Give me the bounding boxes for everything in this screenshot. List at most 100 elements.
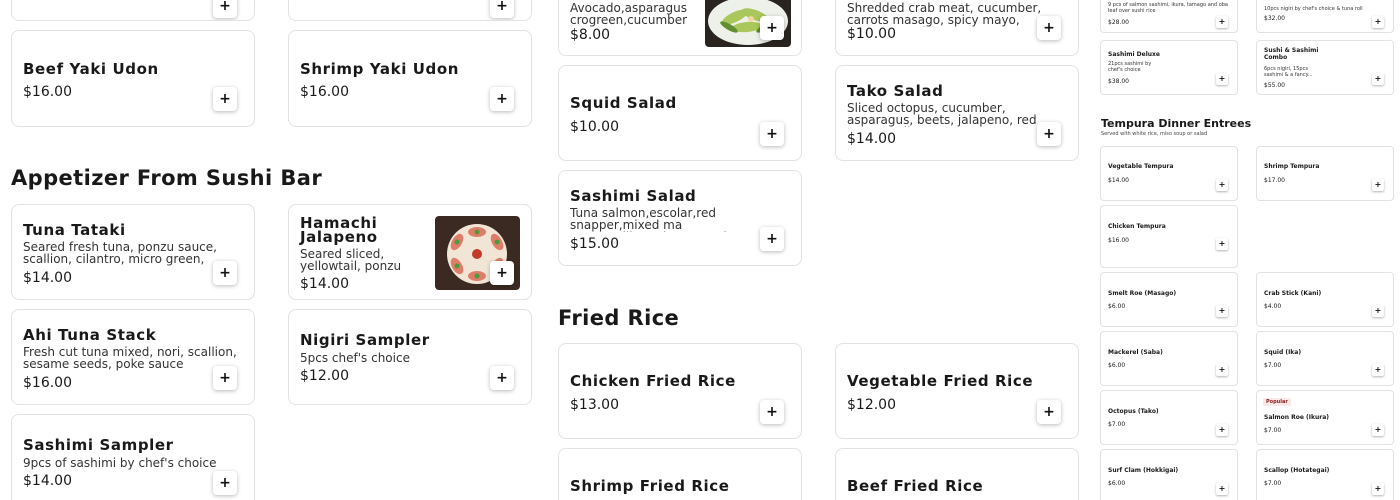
add-item-button[interactable]: +	[760, 227, 784, 251]
item-price: $10.00	[847, 26, 896, 42]
item-description: 21pcs sashimi by chef's choice	[1108, 61, 1152, 73]
add-item-button[interactable]: +	[1216, 483, 1228, 495]
add-item-button[interactable]: +	[1372, 364, 1384, 376]
add-item-button[interactable]: +	[760, 16, 784, 40]
item-price: $4.00	[1264, 303, 1282, 310]
menu-item-nigiri-set[interactable]: 10pcs nigiri by chef's choice & tuna rol…	[1256, 0, 1394, 33]
item-price: $7.00	[1264, 427, 1282, 434]
add-item-button[interactable]: +	[1372, 483, 1384, 495]
item-price: $6.00	[1108, 480, 1126, 487]
section-title-fried-rice: Fried Rice	[558, 306, 680, 330]
item-description: 9 pcs of salmon sashimi, ikura, tamago a…	[1108, 2, 1228, 14]
menu-item-vegetable-fried-rice[interactable]: Vegetable Fried Rice $12.00 +	[835, 343, 1079, 439]
item-name: Squid (Ika)	[1264, 349, 1302, 356]
section-title-appetizer: Appetizer From Sushi Bar	[11, 166, 323, 190]
add-item-button[interactable]: +	[490, 261, 514, 285]
add-item-button[interactable]: +	[1037, 16, 1061, 40]
menu-item-beef-yaki-udon[interactable]: Beef Yaki Udon $16.00 +	[11, 30, 255, 127]
add-item-button[interactable]: +	[1037, 122, 1061, 146]
menu-item-tako-salad[interactable]: Tako Salad Sliced octopus, cucumber, asp…	[835, 65, 1079, 161]
item-name: Smelt Roe (Masago)	[1108, 290, 1177, 297]
add-item-button[interactable]: +	[1372, 179, 1384, 191]
add-item-button[interactable]: +	[213, 87, 237, 111]
item-name: Vegetable Tempura	[1108, 163, 1174, 170]
item-price: $15.00	[570, 236, 619, 252]
item-name: Squid Salad	[570, 94, 677, 112]
item-description: 10pcs nigiri by chef's choice & tuna rol…	[1264, 6, 1363, 12]
menu-item-salmon-roe[interactable]: Popular Salmon Roe (Ikura) $7.00 +	[1256, 390, 1394, 445]
item-price: $6.00	[1108, 303, 1126, 310]
menu-item-chicken-fried-rice[interactable]: Chicken Fried Rice $13.00 +	[558, 343, 802, 439]
item-price: $12.00	[300, 368, 349, 384]
add-item-button[interactable]: +	[760, 122, 784, 146]
item-price: $16.00	[23, 375, 72, 391]
item-description: 5pcs chef's choice	[300, 352, 410, 365]
add-item-button[interactable]: +	[213, 366, 237, 390]
item-price: $8.00	[570, 27, 611, 43]
menu-item-chicken-tempura[interactable]: Chicken Tempura $16.00 +	[1100, 205, 1238, 268]
item-name: Shrimp Fried Rice	[570, 477, 730, 495]
menu-item-ahi-tuna-stack[interactable]: Ahi Tuna Stack Fresh cut tuna mixed, nor…	[11, 309, 255, 405]
add-item-button[interactable]: +	[1216, 424, 1228, 436]
add-item-button[interactable]: +	[1216, 179, 1228, 191]
item-name: Chicken Tempura	[1108, 223, 1166, 230]
menu-item-crab-salad[interactable]: Shredded crab meat, cucumber, carrots ma…	[835, 0, 1079, 56]
item-description: Shredded crab meat, cucumber, carrots ma…	[847, 2, 1042, 27]
menu-item-card-partial[interactable]: +	[288, 0, 532, 21]
item-price: $16.00	[23, 84, 72, 100]
add-item-button[interactable]: +	[213, 471, 237, 495]
item-name: Sashimi Sampler	[23, 436, 174, 454]
item-price: $55.00	[1264, 82, 1285, 89]
add-item-button[interactable]: +	[760, 400, 784, 424]
menu-item-salmon-set[interactable]: 9 pcs of salmon sashimi, ikura, tamago a…	[1100, 0, 1238, 33]
menu-item-octopus[interactable]: Octopus (Tako) $7.00 +	[1100, 390, 1238, 445]
menu-item-sashimi-sampler[interactable]: Sashimi Sampler 9pcs of sashimi by chef'…	[11, 414, 255, 500]
menu-item-card-partial[interactable]: +	[11, 0, 255, 21]
add-item-button[interactable]: +	[1216, 305, 1228, 317]
section-subtitle-tempura: Served with white rice, miso soup or sal…	[1101, 131, 1208, 137]
add-item-button[interactable]: +	[1372, 424, 1384, 436]
add-item-button[interactable]: +	[213, 261, 237, 285]
menu-item-squid-salad[interactable]: Squid Salad $10.00 +	[558, 65, 802, 161]
item-name: Sushi & Sashimi Combo	[1264, 47, 1319, 61]
menu-item-sashimi-salad[interactable]: Sashimi Salad Tuna salmon,escolar,red sn…	[558, 170, 802, 266]
add-item-button[interactable]: +	[490, 366, 514, 390]
add-item-button[interactable]: +	[1216, 238, 1228, 250]
add-item-button[interactable]: +	[1372, 73, 1384, 85]
add-item-button[interactable]: +	[1037, 400, 1061, 424]
item-price: $38.00	[1108, 78, 1129, 85]
menu-item-scallop[interactable]: Scallop (Hotategai) $7.00 +	[1256, 449, 1394, 500]
menu-item-crab-stick[interactable]: Crab Stick (Kani) $4.00 +	[1256, 272, 1394, 327]
menu-item-surf-clam[interactable]: Surf Clam (Hokkigai) $6.00 +	[1100, 449, 1238, 500]
add-item-button[interactable]: +	[1372, 305, 1384, 317]
add-item-button[interactable]: +	[490, 0, 514, 18]
menu-item-sushi-sashimi-combo[interactable]: Sushi & Sashimi Combo 6pcs nigiri, 15pcs…	[1256, 40, 1394, 95]
popular-badge: Popular	[1263, 398, 1291, 406]
add-item-button[interactable]: +	[1372, 16, 1384, 28]
item-price: $14.00	[23, 270, 72, 286]
menu-item-shrimp-fried-rice[interactable]: Shrimp Fried Rice	[558, 448, 802, 500]
add-item-button[interactable]: +	[213, 0, 237, 18]
section-title-tempura: Tempura Dinner Entrees	[1101, 117, 1252, 130]
menu-item-shrimp-yaki-udon[interactable]: Shrimp Yaki Udon $16.00 +	[288, 30, 532, 127]
menu-item-mackerel[interactable]: Mackerel (Saba) $6.00 +	[1100, 331, 1238, 386]
item-price: $16.00	[1108, 237, 1129, 244]
item-name: Salmon Roe (Ikura)	[1264, 414, 1330, 421]
add-item-button[interactable]: +	[490, 87, 514, 111]
add-item-button[interactable]: +	[1216, 16, 1228, 28]
menu-item-hamachi-jalapeno[interactable]: Hamachi Jalapeno Seared sliced, yellowta…	[288, 204, 532, 300]
menu-item-sashimi-deluxe[interactable]: Sashimi Deluxe 21pcs sashimi by chef's c…	[1100, 40, 1238, 95]
menu-item-squid-ika[interactable]: Squid (Ika) $7.00 +	[1256, 331, 1394, 386]
menu-item-nigiri-sampler[interactable]: Nigiri Sampler 5pcs chef's choice $12.00…	[288, 309, 532, 405]
add-item-button[interactable]: +	[1216, 73, 1228, 85]
menu-item-smelt-roe[interactable]: Smelt Roe (Masago) $6.00 +	[1100, 272, 1238, 327]
menu-item-vegetable-tempura[interactable]: Vegetable Tempura $14.00 +	[1100, 146, 1238, 201]
item-price: $14.00	[300, 276, 349, 292]
add-item-button[interactable]: +	[1216, 364, 1228, 376]
item-name: Mackerel (Saba)	[1108, 349, 1163, 356]
menu-item-tuna-tataki[interactable]: Tuna Tataki Seared fresh tuna, ponzu sau…	[11, 204, 255, 300]
menu-item-beef-fried-rice[interactable]: Beef Fried Rice	[835, 448, 1079, 500]
menu-item-avocado-salad[interactable]: Avocado,asparagus,mi crogreen,cucumber, …	[558, 0, 802, 56]
item-price: $13.00	[570, 397, 619, 413]
menu-item-shrimp-tempura[interactable]: Shrimp Tempura $17.00 +	[1256, 146, 1394, 201]
